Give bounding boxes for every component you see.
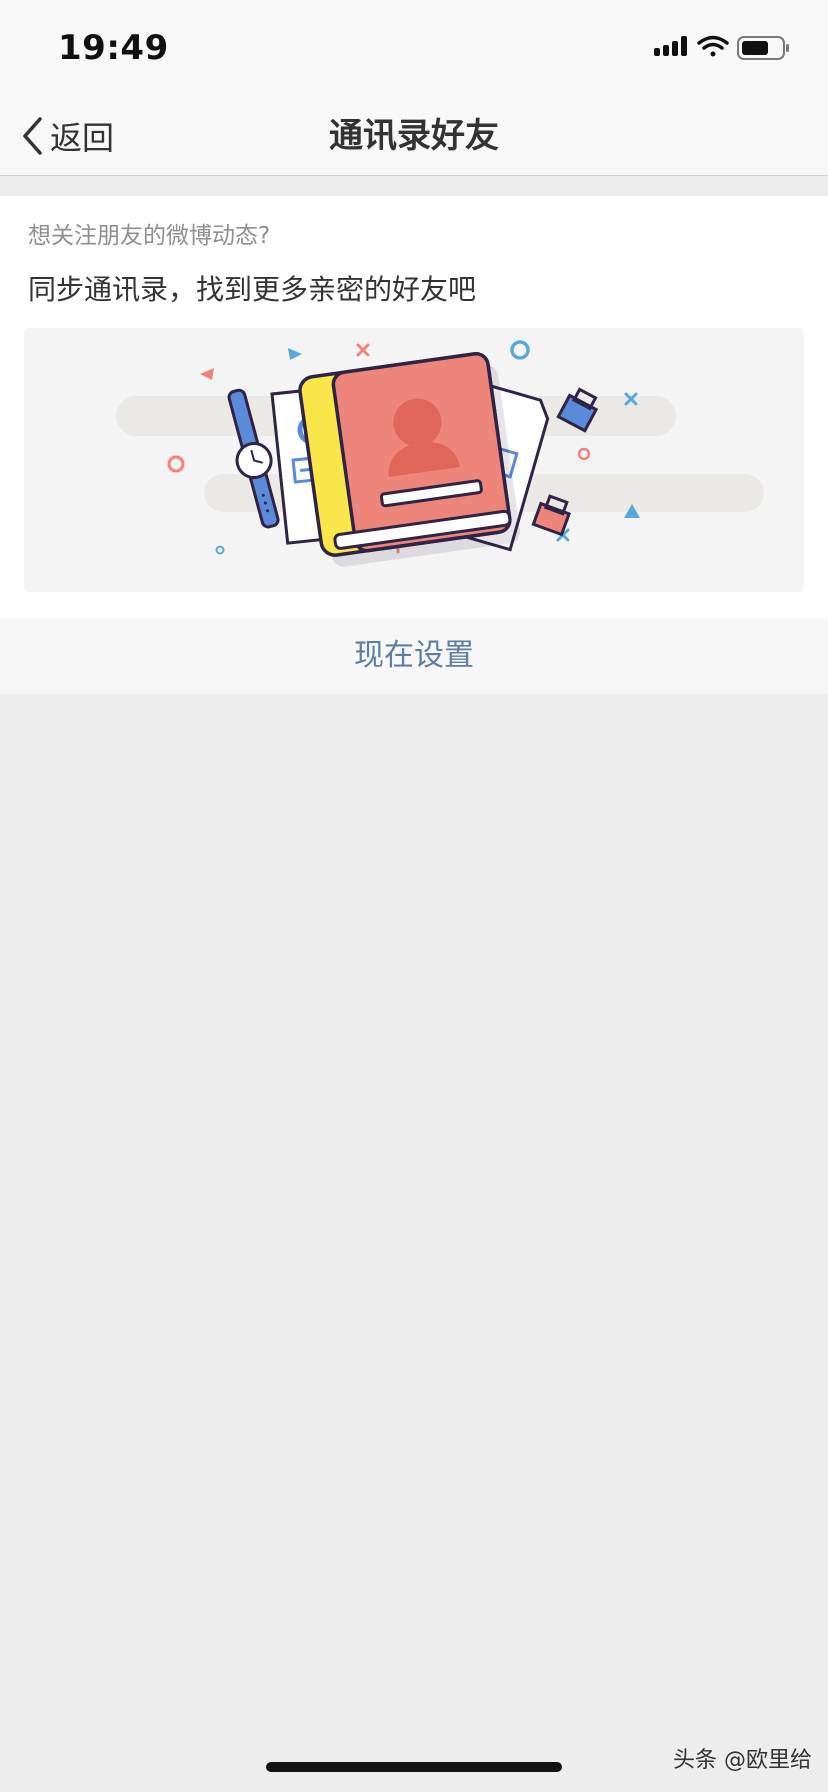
- wifi-icon: [697, 35, 729, 57]
- contacts-sync-card: 想关注朋友的微博动态? 同步通讯录，找到更多亲密的好友吧: [0, 196, 828, 618]
- status-time: 19:49: [58, 28, 169, 68]
- signal-icon: [654, 36, 687, 56]
- card-subtitle: 想关注朋友的微博动态?: [28, 223, 271, 249]
- status-bar: 19:49: [0, 0, 828, 96]
- setup-now-label: 现在设置: [354, 638, 474, 673]
- watermark: 头条 @欧里给: [673, 1748, 812, 1773]
- address-book-illustration: [24, 328, 804, 592]
- page-title: 通讯录好友: [329, 116, 499, 156]
- battery-icon: [737, 36, 789, 60]
- setup-now-button[interactable]: 现在设置: [0, 618, 828, 694]
- status-icons: [654, 35, 789, 60]
- card-headline: 同步通讯录，找到更多亲密的好友吧: [28, 273, 477, 306]
- nav-bar: 返回 通讯录好友: [0, 96, 828, 176]
- home-indicator[interactable]: [266, 1762, 562, 1772]
- illustration-svg: [116, 340, 764, 567]
